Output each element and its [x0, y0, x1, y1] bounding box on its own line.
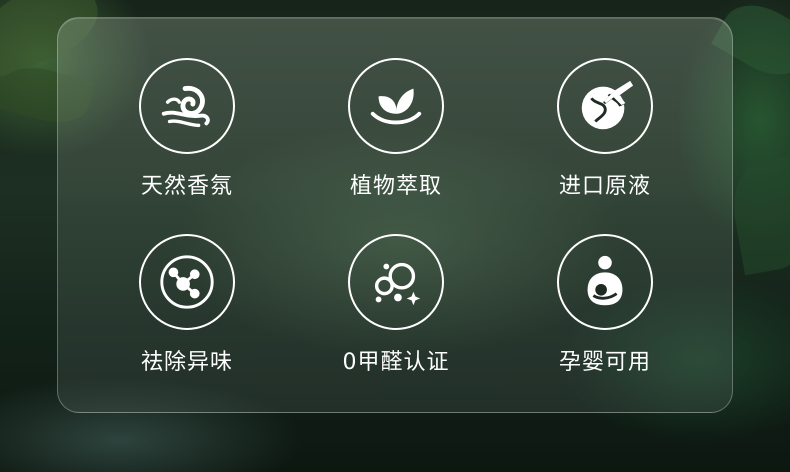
feature-plant-extract: 植物萃取	[316, 58, 476, 218]
background-scene: 天然香氛 植物萃取 进口原液 祛除异味 0甲醛认证 孕婴可用	[0, 0, 790, 472]
feature-label: 孕婴可用	[558, 350, 651, 375]
features-panel: 天然香氛 植物萃取 进口原液 祛除异味 0甲醛认证 孕婴可用	[57, 17, 733, 413]
feature-label: 祛除异味	[140, 350, 233, 375]
icon-circle	[139, 234, 235, 330]
swirl-wind-icon	[161, 86, 210, 128]
feature-imported-essence: 进口原液	[525, 58, 685, 218]
feature-label: 植物萃取	[349, 174, 442, 199]
feature-label: 0甲醛认证	[342, 350, 450, 375]
icon-circle	[348, 58, 444, 154]
molecule-icon	[160, 255, 214, 309]
bubbles-sparkle-icon	[374, 262, 421, 306]
icon-circle	[557, 58, 653, 154]
feature-remove-odor: 祛除异味	[107, 234, 267, 394]
feature-label: 天然香氛	[140, 174, 233, 199]
globe-airplane-icon	[581, 80, 634, 130]
feature-natural-fragrance: 天然香氛	[107, 58, 267, 218]
foliage-decoration	[725, 154, 790, 276]
feature-zero-formaldehyde: 0甲醛认证	[316, 234, 476, 394]
icon-circle	[557, 234, 653, 330]
mother-baby-icon	[587, 255, 623, 306]
feature-label: 进口原液	[558, 174, 651, 199]
feature-safe-for-mother-baby: 孕婴可用	[525, 234, 685, 394]
leaf-sprout-icon	[370, 88, 422, 125]
icon-circle	[348, 234, 444, 330]
icon-circle	[139, 58, 235, 154]
